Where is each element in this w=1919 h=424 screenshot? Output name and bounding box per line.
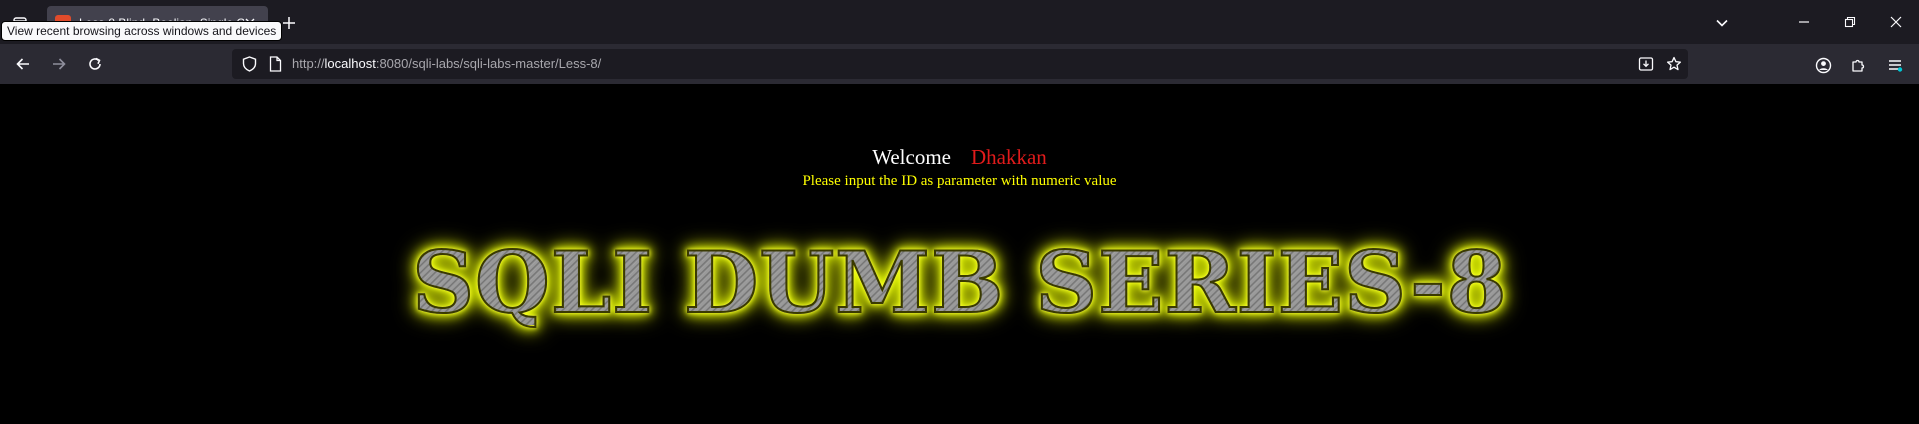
address-bar[interactable]: http://localhost:8080/sqli-labs/sqli-lab… bbox=[232, 49, 1688, 79]
install-app-button[interactable] bbox=[1635, 54, 1657, 74]
close-icon bbox=[1890, 16, 1902, 28]
back-button[interactable] bbox=[7, 50, 39, 78]
reload-icon bbox=[87, 56, 103, 72]
bookmark-button[interactable] bbox=[1663, 54, 1685, 74]
welcome-line: Welcome Dhakkan bbox=[0, 145, 1919, 170]
account-button[interactable] bbox=[1810, 52, 1836, 78]
instruction-text: Please input the ID as parameter with nu… bbox=[802, 173, 1117, 189]
download-app-icon bbox=[1638, 56, 1654, 72]
close-window-button[interactable] bbox=[1876, 8, 1916, 36]
puzzle-icon bbox=[1851, 57, 1867, 73]
page-content: Welcome Dhakkan Please input the ID as pa… bbox=[0, 84, 1919, 424]
banner-image: SQLI DUMB SERIES-8 bbox=[0, 233, 1919, 332]
url-scheme: http:// bbox=[292, 56, 325, 71]
tab-strip: Less-8 Blind- Boolian- Single Qu bbox=[0, 0, 1919, 44]
menu-icon bbox=[1887, 57, 1903, 73]
restore-button[interactable] bbox=[1830, 8, 1870, 36]
welcome-label: Welcome bbox=[872, 145, 951, 169]
url-path: :8080/sqli-labs/sqli-labs-master/Less-8/ bbox=[375, 56, 602, 71]
welcome-name: Dhakkan bbox=[970, 145, 1047, 169]
arrow-left-icon bbox=[15, 56, 31, 72]
url-text[interactable]: http://localhost:8080/sqli-labs/sqli-lab… bbox=[292, 49, 601, 79]
star-icon bbox=[1666, 56, 1682, 72]
reload-button[interactable] bbox=[79, 50, 111, 78]
tooltip: View recent browsing across windows and … bbox=[1, 21, 283, 41]
arrow-right-icon bbox=[51, 56, 67, 72]
navigation-toolbar: http://localhost:8080/sqli-labs/sqli-lab… bbox=[0, 44, 1919, 84]
list-all-tabs-button[interactable] bbox=[1709, 10, 1735, 36]
page-icon[interactable] bbox=[267, 56, 283, 72]
extensions-button[interactable] bbox=[1846, 52, 1872, 78]
banner-title: SQLI DUMB SERIES-8 bbox=[411, 233, 1508, 332]
account-icon bbox=[1815, 57, 1832, 74]
minimize-button[interactable] bbox=[1784, 8, 1824, 36]
shield-icon[interactable] bbox=[241, 56, 257, 72]
minimize-icon bbox=[1798, 16, 1810, 28]
restore-icon bbox=[1844, 16, 1856, 28]
plus-icon bbox=[282, 16, 296, 30]
forward-button[interactable] bbox=[43, 50, 75, 78]
app-menu-button[interactable] bbox=[1882, 52, 1908, 78]
chevron-down-icon bbox=[1715, 16, 1729, 30]
url-host: localhost bbox=[324, 56, 376, 71]
